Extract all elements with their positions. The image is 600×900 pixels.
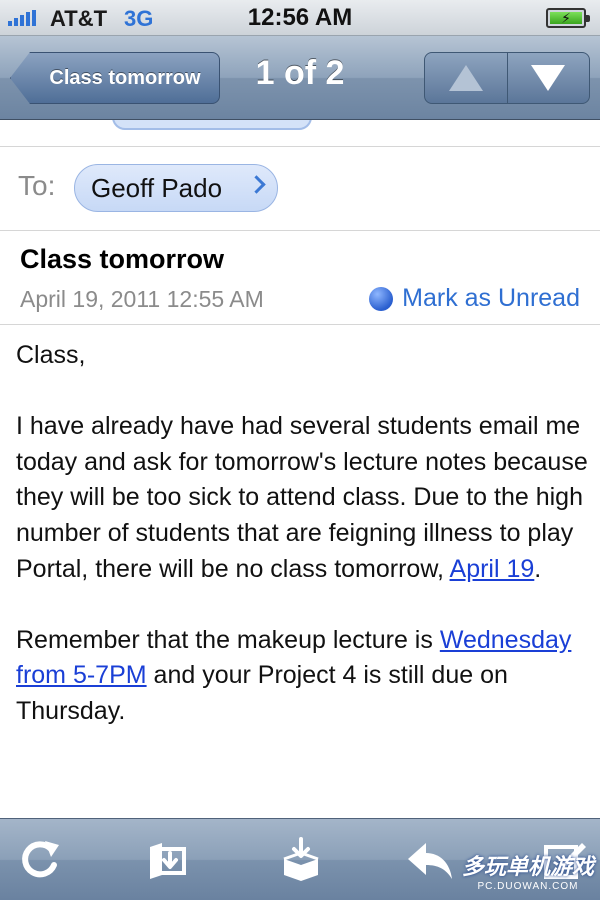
date-link-april-19[interactable]: April 19: [450, 555, 535, 583]
divider: [0, 230, 600, 231]
message-navigation-control: [424, 52, 590, 104]
chevron-right-icon: [247, 175, 266, 194]
mark-as-unread-button[interactable]: Mark as Unread: [369, 284, 580, 313]
paragraph-2-start: Remember that the makeup lecture is: [16, 625, 440, 654]
body-paragraph-2: Remember that the makeup lecture is Wedn…: [16, 623, 588, 730]
refresh-icon: [22, 841, 59, 878]
greeting: Class,: [16, 341, 86, 369]
to-row: To: Geoff Pado: [0, 148, 600, 228]
charging-icon: ⚡: [550, 11, 582, 25]
next-message-button[interactable]: [506, 53, 590, 103]
mark-as-unread-label: Mark as Unread: [402, 284, 580, 312]
watermark-title: 多玩单机游戏: [461, 854, 594, 879]
archive-button[interactable]: [276, 835, 326, 885]
message-body: Class, I have already have had several s…: [16, 338, 588, 730]
back-button[interactable]: Class tomorrow: [10, 52, 220, 104]
message-date: April 19, 2011 12:55 AM: [20, 286, 264, 312]
arrow-down-icon: [531, 65, 566, 91]
message-content[interactable]: To: Geoff Pado Class tomorrow April 19, …: [0, 120, 600, 818]
watermark-url: PC.DUOWAN.COM: [477, 881, 579, 892]
divider: [0, 146, 600, 147]
archive-icon: [283, 837, 319, 881]
status-clock: 12:56 AM: [247, 4, 353, 31]
reply-icon: [408, 843, 452, 879]
move-to-folder-button[interactable]: [142, 835, 192, 885]
sender-pill-partial[interactable]: [112, 120, 312, 130]
recipient-name: Geoff Pado: [91, 172, 223, 203]
paragraph-1-end: .: [534, 554, 542, 583]
message-subject: Class tomorrow: [20, 244, 225, 274]
divider: [0, 324, 600, 325]
bottom-toolbar: 多玩单机游戏 PC.DUOWAN.COM: [0, 818, 600, 900]
message-position-title: 1 of 2: [255, 54, 345, 92]
refresh-button[interactable]: [15, 835, 65, 885]
status-bar: AT&T 3G 12:56 AM ⚡: [0, 0, 600, 36]
recipient-pill[interactable]: Geoff Pado: [74, 164, 278, 212]
watermark-logo: 多玩单机游戏 PC.DUOWAN.COM: [462, 849, 594, 892]
arrow-up-icon: [448, 65, 483, 91]
reply-button[interactable]: [404, 835, 454, 885]
move-folder-icon: [150, 843, 186, 879]
to-label: To:: [18, 170, 56, 201]
body-paragraph-1: I have already have had several students…: [16, 409, 588, 587]
navigation-bar: Class tomorrow 1 of 2: [0, 36, 600, 120]
previous-message-button[interactable]: [425, 53, 507, 103]
battery-icon: ⚡: [546, 8, 590, 28]
unread-dot-icon: [369, 286, 394, 311]
